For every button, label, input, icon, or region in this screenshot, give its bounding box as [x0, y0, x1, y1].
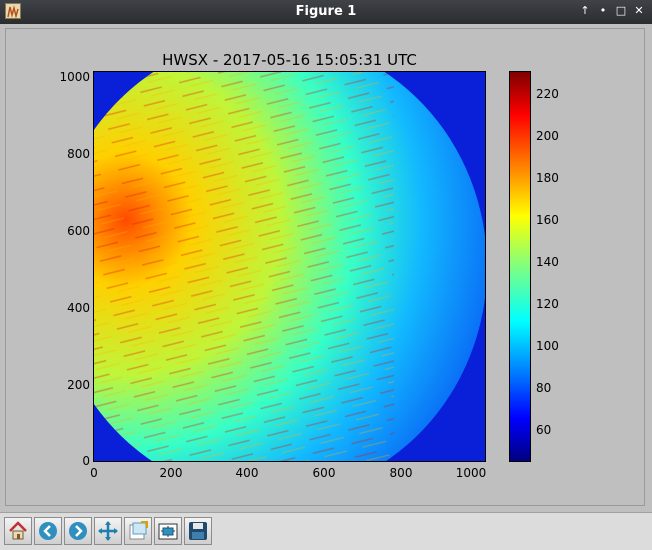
window-title: Figure 1 [295, 4, 357, 19]
configure-subplots-icon [158, 523, 178, 540]
x-tick-label: 1000 [455, 466, 487, 480]
x-tick-label: 400 [235, 466, 259, 480]
back-button[interactable] [34, 517, 62, 545]
heatmap-image[interactable] [93, 71, 486, 462]
minimize-button[interactable]: • [595, 3, 611, 19]
colorbar-tick-label: 120 [536, 297, 559, 311]
y-tick-label: 800 [67, 147, 90, 161]
save-button[interactable] [184, 517, 212, 545]
y-tick-label: 600 [67, 224, 90, 238]
home-icon [9, 521, 27, 540]
zoom-button[interactable] [124, 517, 152, 545]
colorbar-tick-label: 220 [536, 87, 559, 101]
configure-subplots-button[interactable] [154, 517, 182, 545]
close-button[interactable]: ✕ [631, 3, 647, 19]
plot-title: HWSX - 2017-05-16 15:05:31 UTC [162, 51, 417, 69]
x-tick-label: 0 [90, 466, 98, 480]
x-tick-label: 200 [159, 466, 183, 480]
colorbar-tick-label: 60 [536, 423, 552, 437]
keep-above-button[interactable]: ↑ [577, 3, 593, 19]
zoom-icon [129, 521, 148, 540]
y-tick-label: 200 [67, 378, 90, 392]
colorbar-tick-label: 180 [536, 171, 559, 185]
colorbar-tick-label: 160 [536, 213, 559, 227]
x-tick-label: 600 [312, 466, 336, 480]
maximize-button[interactable]: □ [613, 3, 629, 19]
y-tick-label: 1000 [59, 70, 90, 84]
pan-button[interactable] [94, 517, 122, 545]
y-tick-label: 400 [67, 301, 90, 315]
forward-button[interactable] [64, 517, 92, 545]
colorbar [509, 71, 531, 462]
home-button[interactable] [4, 517, 32, 545]
navigation-toolbar [0, 512, 652, 550]
back-icon [39, 522, 57, 540]
save-icon [189, 522, 207, 540]
x-tick-label: 800 [389, 466, 413, 480]
pan-icon [98, 521, 118, 541]
colorbar-tick-label: 80 [536, 381, 552, 395]
colorbar-tick-label: 100 [536, 339, 559, 353]
colorbar-tick-label: 140 [536, 255, 559, 269]
colorbar-tick-label: 200 [536, 129, 559, 143]
forward-icon [69, 522, 87, 540]
window-titlebar: Figure 1 ↑ • □ ✕ [0, 0, 652, 24]
